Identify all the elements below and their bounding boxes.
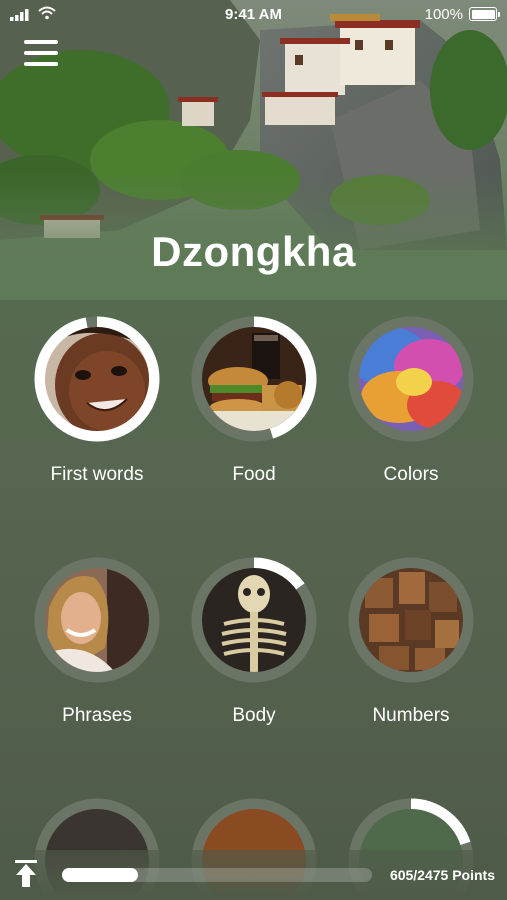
menu-button[interactable] bbox=[24, 40, 58, 66]
category-numbers[interactable]: Numbers bbox=[341, 557, 481, 727]
food-photo bbox=[202, 327, 306, 431]
category-label: Phrases bbox=[62, 705, 132, 726]
battery-percent: 100% bbox=[424, 6, 463, 23]
baby-photo bbox=[45, 327, 149, 431]
category-food[interactable]: Food bbox=[184, 316, 324, 486]
category-body[interactable]: Body bbox=[184, 557, 324, 727]
category-phrases[interactable]: Phrases bbox=[27, 557, 167, 727]
scroll-to-top-icon[interactable] bbox=[14, 860, 38, 888]
points-label: 605/2475 Points bbox=[389, 867, 495, 883]
language-title: Dzongkha bbox=[151, 228, 356, 275]
category-colors[interactable]: Colors bbox=[341, 316, 481, 486]
battery-icon bbox=[469, 7, 500, 21]
numbers-photo bbox=[359, 568, 463, 672]
category-first-words[interactable]: First words bbox=[27, 316, 167, 486]
points-progress-bar bbox=[62, 868, 372, 882]
category-label: First words bbox=[50, 464, 144, 485]
hamburger-icon bbox=[24, 40, 58, 44]
app-screen: 9:41 AM 100% Dzongkha First words Food C… bbox=[0, 0, 507, 900]
status-bar: 9:41 AM 100% bbox=[0, 0, 507, 28]
bottom-bar: 605/2475 Points bbox=[0, 850, 507, 900]
category-label: Body bbox=[232, 705, 276, 726]
category-label: Numbers bbox=[372, 705, 450, 726]
skeleton-photo bbox=[202, 568, 306, 672]
points-progress-fill bbox=[62, 868, 138, 882]
category-label: Colors bbox=[383, 464, 439, 485]
phrases-photo bbox=[45, 568, 149, 672]
category-label: Food bbox=[232, 464, 276, 485]
colors-photo bbox=[359, 327, 463, 431]
